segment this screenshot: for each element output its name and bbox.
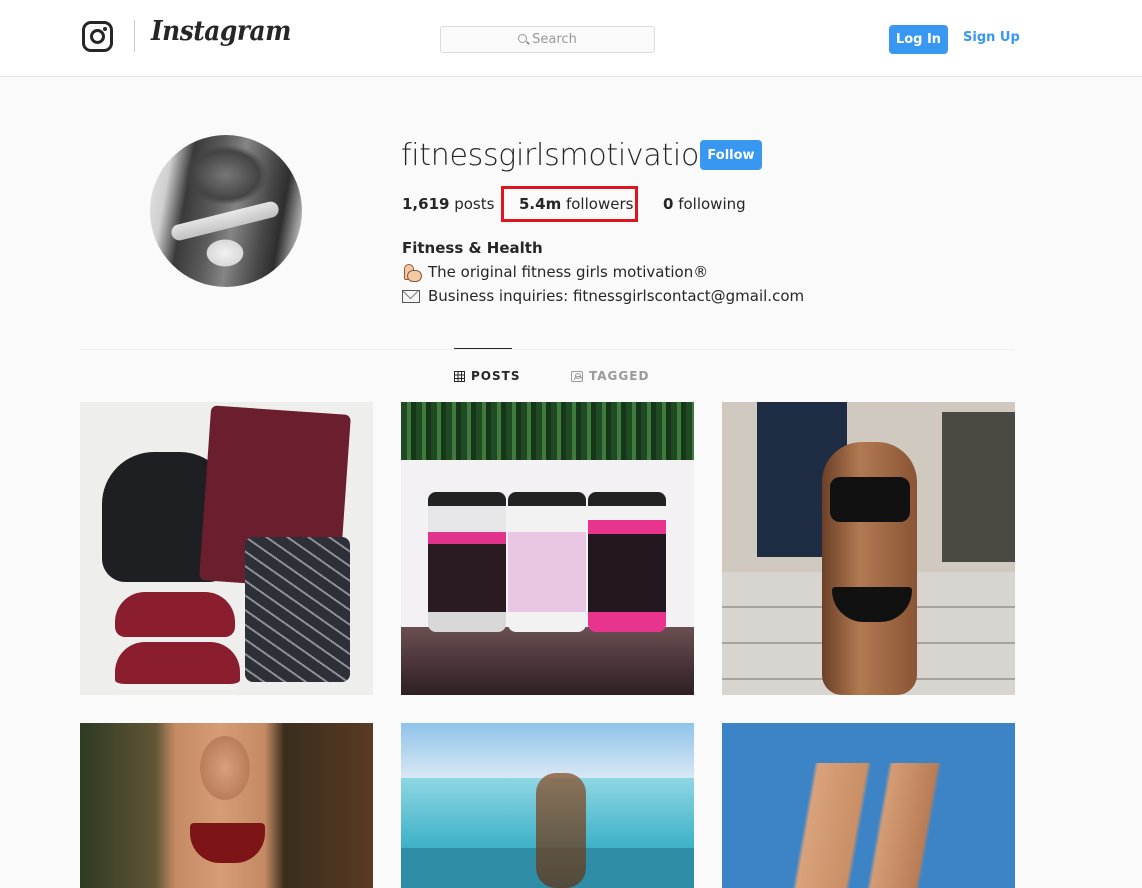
bottle-tight-tummy bbox=[508, 492, 586, 632]
profile-username: fitnessgirlsmotivation bbox=[401, 138, 718, 173]
bio-name: Fitness & Health bbox=[402, 239, 543, 257]
following-count: 0 bbox=[663, 195, 674, 213]
bottle-firm bbox=[588, 492, 666, 632]
bio-line: Business inquiries: fitnessgirlscontact@… bbox=[402, 284, 804, 308]
post-thumbnail[interactable] bbox=[722, 723, 1015, 888]
sneaker-shape bbox=[115, 642, 240, 690]
plant-backdrop bbox=[401, 402, 694, 460]
profile-avatar[interactable] bbox=[150, 135, 302, 287]
post-thumbnail[interactable] bbox=[722, 402, 1015, 695]
stone-wall bbox=[942, 412, 1015, 562]
legs bbox=[772, 763, 962, 888]
post-thumbnail[interactable] bbox=[401, 723, 694, 888]
shorts-shape bbox=[245, 537, 350, 682]
follow-button[interactable]: Follow bbox=[700, 140, 762, 170]
instagram-camera-icon[interactable] bbox=[82, 21, 113, 52]
bio-line: The original fitness girls motivation® bbox=[402, 260, 804, 284]
bio-tagline: The original fitness girls motivation® bbox=[428, 263, 709, 281]
stat-posts: 1,619 posts bbox=[402, 195, 494, 213]
post-thumbnail[interactable] bbox=[80, 402, 373, 695]
tagged-icon bbox=[571, 370, 583, 382]
instagram-wordmark[interactable]: Instagram bbox=[151, 16, 291, 47]
swimmer bbox=[536, 773, 586, 888]
sign-up-link[interactable]: Sign Up bbox=[963, 30, 1020, 45]
search-placeholder: Search bbox=[532, 32, 577, 47]
stat-following[interactable]: 0 following bbox=[663, 195, 746, 213]
envelope-icon bbox=[402, 289, 420, 303]
tab-tagged[interactable]: TAGGED bbox=[571, 369, 649, 383]
tab-posts-label: POSTS bbox=[471, 369, 521, 383]
sky bbox=[401, 723, 694, 778]
profile-bio: Fitness & Health The original fitness gi… bbox=[402, 236, 804, 308]
search-input[interactable]: Search bbox=[440, 26, 655, 53]
flexed-biceps-icon bbox=[402, 263, 422, 282]
tabs-divider bbox=[80, 349, 1015, 350]
log-in-button[interactable]: Log In bbox=[889, 25, 948, 54]
search-icon bbox=[518, 34, 528, 43]
bottle-lean bbox=[428, 492, 506, 632]
figure-body bbox=[140, 723, 300, 888]
tab-posts[interactable]: POSTS bbox=[454, 369, 520, 383]
top-navigation-bar: Instagram Search Log In Sign Up bbox=[0, 0, 1142, 77]
bikini-top bbox=[830, 477, 910, 522]
followers-highlight-annotation bbox=[501, 186, 638, 222]
following-label: following bbox=[673, 195, 746, 213]
avatar-photo-detail bbox=[169, 199, 281, 243]
post-thumbnail[interactable] bbox=[80, 723, 373, 888]
tabletop bbox=[401, 627, 694, 695]
sneaker-shape bbox=[115, 592, 235, 637]
active-tab-indicator bbox=[454, 348, 512, 349]
posts-label: posts bbox=[449, 195, 495, 213]
posts-count: 1,619 bbox=[402, 195, 450, 213]
bio-contact: Business inquiries: fitnessgirlscontact@… bbox=[428, 287, 805, 305]
grid-icon bbox=[454, 370, 465, 382]
post-thumbnail[interactable] bbox=[401, 402, 694, 695]
tab-tagged-label: TAGGED bbox=[589, 369, 650, 383]
logo-divider bbox=[134, 20, 135, 52]
